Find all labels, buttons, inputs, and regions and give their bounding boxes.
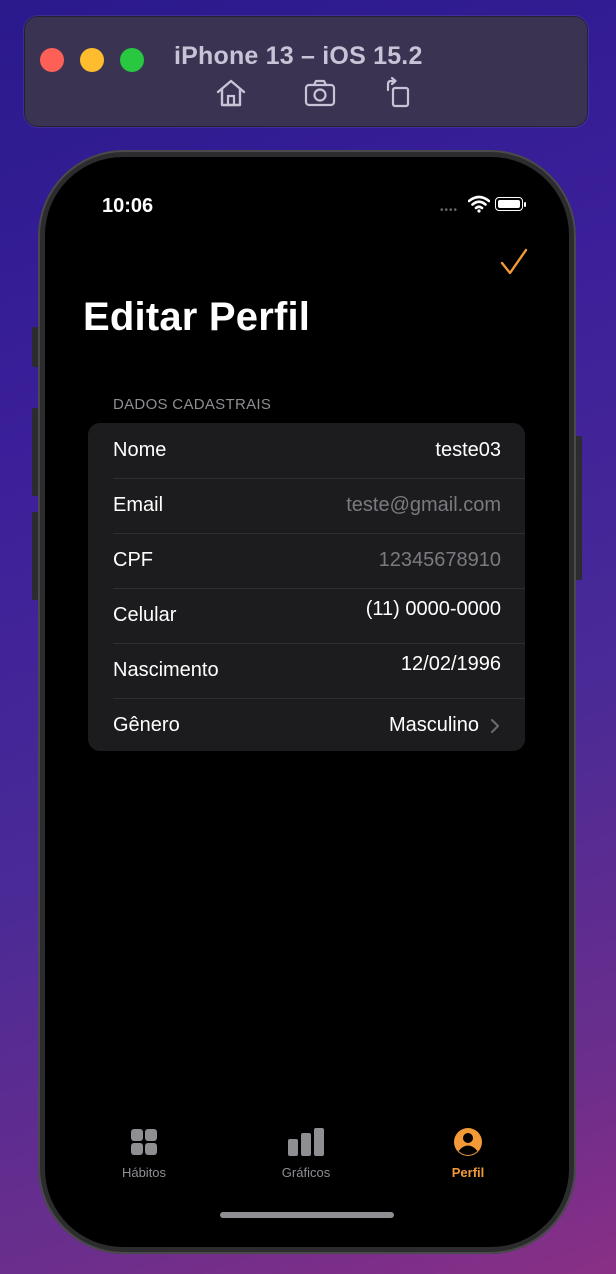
field-row-nascimento[interactable]: Nascimento 12/02/1996: [88, 643, 525, 698]
grid-icon: [131, 1129, 157, 1155]
phone-screen: 10:06 •••• Editar Perfil DADOS CADASTRAI…: [45, 157, 569, 1247]
field-row-celular[interactable]: Celular (11) 0000-0000: [88, 588, 525, 643]
chevron-right-icon: [491, 719, 499, 733]
screenshot-button[interactable]: [303, 76, 337, 110]
field-value-celular[interactable]: (11) 0000-0000: [366, 598, 501, 621]
tab-label: Hábitos: [121, 1165, 167, 1180]
field-value-nascimento[interactable]: 12/02/1996: [401, 653, 501, 676]
page-title: Editar Perfil: [83, 295, 311, 339]
rotate-button[interactable]: [382, 76, 416, 110]
signal-icon: ••••: [440, 205, 459, 216]
zoom-window-button[interactable]: [120, 48, 144, 72]
home-indicator: [220, 1212, 394, 1218]
wifi-icon: [468, 195, 490, 213]
section-header: DADOS CADASTRAIS: [113, 396, 272, 413]
minimize-window-button[interactable]: [80, 48, 104, 72]
bar-chart-icon: [288, 1128, 324, 1156]
field-label: Celular: [113, 604, 177, 626]
field-label: Gênero: [113, 714, 180, 736]
tab-habitos[interactable]: Hábitos: [84, 1127, 204, 1180]
field-value-email[interactable]: teste@gmail.com: [346, 494, 501, 517]
profile-form: Nome teste03 Email teste@gmail.com CPF 1…: [88, 423, 525, 751]
status-indicators: ••••: [440, 195, 530, 216]
screenshot-icon: [304, 79, 336, 107]
status-time: 10:06: [102, 195, 154, 217]
home-button[interactable]: [214, 76, 248, 110]
field-label: CPF: [113, 549, 153, 571]
tab-label: Gráficos: [281, 1165, 331, 1180]
tab-bar: Hábitos Gráficos Perfil: [45, 1127, 569, 1187]
home-icon: [216, 79, 246, 107]
field-value-nome[interactable]: teste03: [435, 439, 501, 462]
field-value-cpf[interactable]: 12345678910: [379, 549, 501, 572]
person-circle-icon: [454, 1128, 482, 1156]
close-window-button[interactable]: [40, 48, 64, 72]
field-label: Nascimento: [113, 659, 219, 681]
rotate-icon: [386, 76, 410, 108]
field-label: Email: [113, 494, 164, 516]
simulator-title: iPhone 13 – iOS 15.2: [174, 42, 423, 70]
field-row-cpf[interactable]: CPF 12345678910: [88, 533, 525, 588]
checkmark-icon[interactable]: [499, 247, 529, 277]
tab-graficos[interactable]: Gráficos: [246, 1127, 366, 1180]
simulator-toolbar: iPhone 13 – iOS 15.2: [24, 16, 588, 127]
field-row-email[interactable]: Email teste@gmail.com: [88, 478, 525, 533]
field-row-genero[interactable]: Gênero Masculino: [88, 698, 525, 751]
field-value-genero[interactable]: Masculino: [389, 714, 479, 737]
field-row-nome[interactable]: Nome teste03: [88, 423, 525, 478]
tab-perfil[interactable]: Perfil: [408, 1127, 528, 1180]
tab-label: Perfil: [451, 1165, 485, 1180]
field-label: Nome: [113, 439, 167, 461]
battery-icon: [495, 197, 523, 211]
battery-tip: [524, 202, 526, 207]
